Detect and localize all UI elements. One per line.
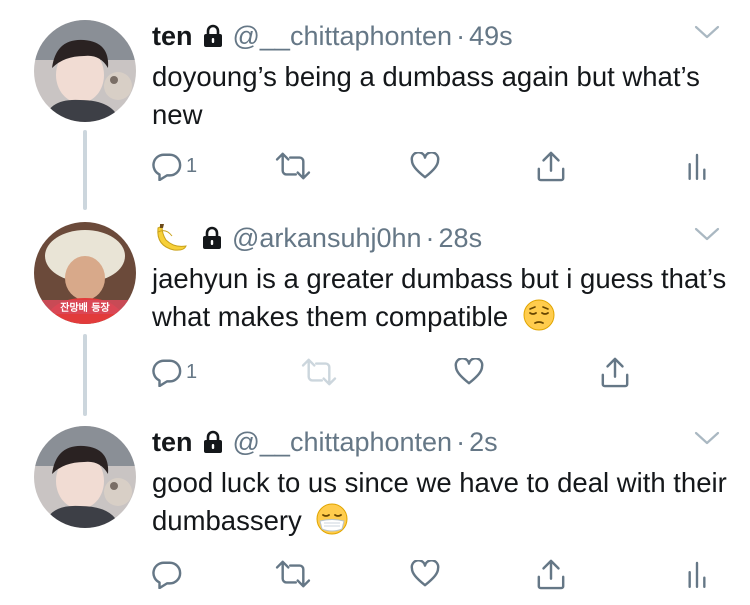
tweet-actions: 1 [152, 354, 722, 390]
tweet-header: ten @__chittaphonten · 49s [152, 18, 513, 54]
separator-dot: · [425, 222, 435, 253]
timestamp[interactable]: 49s [469, 21, 513, 52]
lock-icon [200, 226, 224, 250]
retweet-button[interactable] [274, 148, 312, 184]
tweet-text-content: jaehyun is a greater dumbass but i guess… [152, 263, 727, 332]
banana-emoji [157, 224, 187, 251]
share-icon [536, 150, 566, 182]
tweet-actions: 1 [152, 148, 722, 184]
retweet-icon [274, 151, 312, 181]
analytics-icon [686, 559, 708, 589]
tweet[interactable]: 잔망배 등장 @arkansuhj0hn · 28s jaehyun is a … [0, 212, 750, 412]
tweet-header: ten @__chittaphonten · 2s [152, 424, 498, 460]
reply-button[interactable]: 1 [152, 354, 197, 390]
caret-down-icon[interactable] [694, 226, 720, 242]
tweet-actions [152, 556, 722, 592]
tweet-header: @arkansuhj0hn · 28s [152, 220, 482, 256]
display-name[interactable]: ten [152, 21, 193, 52]
tweet[interactable]: ten @__chittaphonten · 2s good luck to u… [0, 416, 750, 605]
tweet-text: doyoung’s being a dumbass again but what… [152, 61, 700, 130]
share-button[interactable] [536, 148, 566, 184]
analytics-icon [686, 151, 708, 181]
reply-button[interactable]: 1 [152, 148, 197, 184]
lock-icon [201, 24, 225, 48]
share-icon [536, 558, 566, 590]
tweet-text: good luck to us since we have to deal wi… [152, 464, 732, 540]
avatar[interactable] [34, 20, 136, 122]
retweet-icon [274, 559, 312, 589]
username[interactable]: @__chittaphonten [233, 427, 453, 458]
avatar[interactable]: 잔망배 등장 [34, 222, 136, 324]
username[interactable]: @arkansuhj0hn [232, 223, 422, 254]
reply-count: 1 [186, 154, 198, 177]
like-icon [410, 152, 440, 180]
timestamp[interactable]: 28s [439, 223, 483, 254]
like-icon [454, 358, 484, 386]
retweet-button[interactable] [274, 556, 312, 592]
mask-face-emoji [316, 503, 348, 535]
reply-count: 1 [186, 360, 198, 383]
like-button[interactable] [454, 354, 484, 390]
share-button[interactable] [536, 556, 566, 592]
retweet-button-disabled [300, 354, 338, 390]
tweet-text: jaehyun is a greater dumbass but i guess… [152, 260, 732, 336]
like-button[interactable] [410, 148, 440, 184]
pensive-face-emoji [523, 299, 555, 331]
share-icon [600, 356, 630, 388]
analytics-button[interactable] [686, 148, 708, 184]
caret-down-icon[interactable] [694, 430, 720, 446]
retweet-icon [300, 357, 338, 387]
analytics-button[interactable] [686, 556, 708, 592]
timestamp[interactable]: 2s [469, 427, 498, 458]
like-icon [410, 560, 440, 588]
username[interactable]: @__chittaphonten [233, 21, 453, 52]
avatar-caption: 잔망배 등장 [60, 301, 110, 314]
lock-icon [201, 430, 225, 454]
separator-dot: · [456, 20, 466, 51]
reply-button[interactable] [152, 556, 186, 592]
display-name[interactable]: ten [152, 427, 193, 458]
share-button[interactable] [600, 354, 630, 390]
tweet[interactable]: ten @__chittaphonten · 49s doyoung’s bei… [0, 10, 750, 210]
tweet-text-content: good luck to us since we have to deal wi… [152, 467, 727, 536]
reply-icon [152, 559, 182, 589]
like-button[interactable] [410, 556, 440, 592]
reply-icon [152, 357, 182, 387]
reply-icon [152, 151, 182, 181]
caret-down-icon[interactable] [694, 24, 720, 40]
separator-dot: · [456, 426, 466, 457]
avatar[interactable] [34, 426, 136, 528]
